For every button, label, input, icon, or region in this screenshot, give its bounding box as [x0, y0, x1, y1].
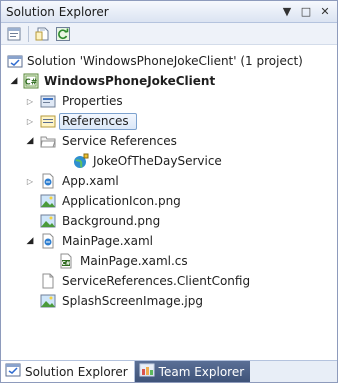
window-title: Solution Explorer	[6, 4, 109, 19]
tree-node-mainpage-xaml[interactable]: ◢ MainPage.xaml	[1, 231, 337, 251]
maximize-icon[interactable]: □	[300, 5, 312, 18]
bottom-tabs: Solution Explorer Team Explorer	[1, 360, 337, 382]
solution-explorer-icon	[5, 363, 21, 380]
tree-node-client-config[interactable]: ServiceReferences.ClientConfig	[1, 271, 337, 291]
tab-team-explorer[interactable]: Team Explorer	[134, 361, 251, 382]
title-bar: Solution Explorer ▼ □ ✕	[1, 1, 337, 23]
window-controls: ▼ □ ✕	[281, 5, 331, 18]
tree-node-joke-service[interactable]: JokeOfTheDayService	[1, 151, 337, 171]
expand-icon[interactable]: ▷	[25, 176, 35, 186]
tab-label: Team Explorer	[158, 364, 245, 379]
splash-label: SplashScreenImage.jpg	[62, 294, 203, 308]
image-file-icon	[40, 193, 56, 209]
svg-text:C#: C#	[25, 78, 38, 87]
solution-tree: Solution 'WindowsPhoneJokeClient' (1 pro…	[1, 45, 337, 311]
open-folder-icon	[40, 133, 56, 149]
client-config-label: ServiceReferences.ClientConfig	[62, 274, 251, 288]
tree-node-solution[interactable]: Solution 'WindowsPhoneJokeClient' (1 pro…	[1, 51, 337, 71]
tree-node-project[interactable]: ◢ C# WindowsPhoneJokeClient	[1, 71, 337, 91]
solution-label: Solution 'WindowsPhoneJokeClient' (1 pro…	[27, 54, 303, 68]
service-reference-icon	[73, 153, 89, 169]
refresh-icon[interactable]	[54, 25, 72, 43]
tree-node-mainpage-cs[interactable]: C# MainPage.xaml.cs	[1, 251, 337, 271]
config-file-icon	[40, 273, 56, 289]
solution-explorer-window: Solution Explorer ▼ □ ✕ Solution 'Window…	[0, 0, 338, 383]
collapse-icon[interactable]: ◢	[9, 76, 19, 86]
xaml-file-icon	[40, 233, 56, 249]
project-label: WindowsPhoneJokeClient	[44, 74, 216, 88]
application-icon-label: ApplicationIcon.png	[62, 194, 181, 208]
properties-icon[interactable]	[5, 25, 23, 43]
image-file-icon	[40, 213, 56, 229]
toolbar-separator	[28, 25, 29, 42]
properties-folder-icon	[40, 93, 56, 109]
references-icon	[40, 113, 56, 129]
mainpage-xaml-label: MainPage.xaml	[62, 234, 153, 248]
tree-node-properties[interactable]: ▷ Properties	[1, 91, 337, 111]
tree-node-background[interactable]: Background.png	[1, 211, 337, 231]
tree-node-application-icon[interactable]: ApplicationIcon.png	[1, 191, 337, 211]
tree-node-references[interactable]: ▷ References	[1, 111, 337, 131]
tree-node-app-xaml[interactable]: ▷ App.xaml	[1, 171, 337, 191]
service-references-label: Service References	[62, 134, 177, 148]
csharp-project-icon: C#	[23, 73, 39, 89]
tab-label: Solution Explorer	[25, 364, 128, 379]
xaml-file-icon	[40, 173, 56, 189]
collapse-icon[interactable]: ◢	[25, 236, 35, 246]
image-file-icon	[40, 293, 56, 309]
team-explorer-icon	[139, 363, 155, 380]
background-label: Background.png	[62, 214, 161, 228]
close-icon[interactable]: ✕	[319, 5, 331, 18]
app-xaml-label: App.xaml	[62, 174, 119, 188]
properties-label: Properties	[62, 94, 123, 108]
solution-icon	[7, 53, 23, 69]
tab-solution-explorer[interactable]: Solution Explorer	[1, 361, 135, 382]
tree-node-service-references[interactable]: ◢ Service References	[1, 131, 337, 151]
collapse-icon[interactable]: ◢	[25, 136, 35, 146]
tree-node-splash[interactable]: SplashScreenImage.jpg	[1, 291, 337, 311]
svg-text:C#: C#	[62, 261, 71, 267]
expand-icon[interactable]: ▷	[25, 96, 35, 106]
references-label: References	[62, 114, 129, 128]
show-all-files-icon[interactable]	[34, 25, 52, 43]
csharp-file-icon: C#	[58, 253, 74, 269]
mainpage-cs-label: MainPage.xaml.cs	[80, 254, 188, 268]
expand-icon[interactable]: ▷	[25, 116, 35, 126]
toolbar	[1, 23, 337, 45]
dropdown-icon[interactable]: ▼	[281, 5, 293, 18]
joke-service-label: JokeOfTheDayService	[93, 154, 222, 168]
